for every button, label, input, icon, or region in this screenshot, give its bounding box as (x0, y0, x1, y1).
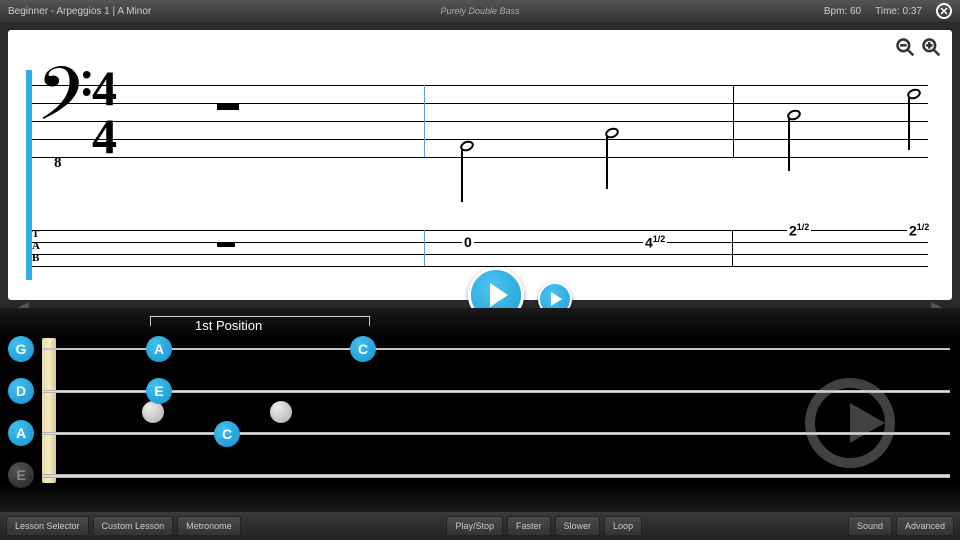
tab-letter-b: B (32, 252, 39, 264)
zoom-out-button[interactable] (894, 36, 916, 58)
tab-number: 0 (462, 234, 474, 250)
open-string-g[interactable]: G (8, 336, 34, 362)
note (605, 128, 619, 138)
lesson-title: Beginner - Arpeggios 1 | A Minor (8, 6, 151, 17)
fret-marker (142, 401, 164, 423)
barline (424, 85, 425, 157)
barline (424, 230, 425, 266)
brand-label: Purely Double Bass (440, 6, 519, 16)
nut (42, 338, 56, 483)
open-string-d[interactable]: D (8, 378, 34, 404)
open-string-e[interactable]: E (8, 462, 34, 488)
fretboard: 1st Position GDAE AECC (0, 308, 960, 513)
advanced-button[interactable]: Advanced (896, 516, 954, 536)
fret-note[interactable]: E (146, 378, 172, 404)
fret-note[interactable]: C (214, 421, 240, 447)
timesig-top: 4 (92, 65, 117, 113)
tab-number: 41/2 (643, 234, 667, 251)
time-signature: 4 4 (92, 65, 117, 160)
timesig-bot: 4 (92, 113, 117, 161)
slower-button[interactable]: Slower (555, 516, 601, 536)
standard-staff: 𝄢 8 4 4 (32, 85, 928, 157)
position-label: 1st Position (195, 318, 262, 333)
tab-number: 21/2 (787, 222, 811, 239)
notation-panel: 𝄢 8 4 4 T A B (8, 30, 952, 300)
tab-letter-a: A (32, 240, 40, 252)
sound-button[interactable]: Sound (848, 516, 892, 536)
tab-rest (217, 242, 235, 247)
notation-wrap: 𝄢 8 4 4 T A B (0, 22, 960, 308)
note (460, 141, 474, 151)
note (907, 89, 921, 99)
bpm-label: Bpm: 60 (824, 6, 861, 17)
zoom-in-icon (921, 37, 941, 57)
play-stop-button[interactable]: Play/Stop (446, 516, 503, 536)
bottom-bar: Lesson Selector Custom Lesson Metronome … (0, 512, 960, 540)
barline (732, 230, 733, 266)
bass-clef: 𝄢 (36, 60, 94, 150)
loop-button[interactable]: Loop (604, 516, 642, 536)
open-string-a[interactable]: A (8, 420, 34, 446)
tab-letter-t: T (32, 228, 39, 240)
fret-note[interactable]: C (350, 336, 376, 362)
barline (733, 85, 734, 157)
note (787, 110, 801, 120)
zoom-out-icon (895, 37, 915, 57)
zoom-in-button[interactable] (920, 36, 942, 58)
fret-marker (270, 401, 292, 423)
repeat-icon (800, 373, 900, 478)
time-label: Time: 0:37 (875, 6, 922, 17)
fret-note[interactable]: A (146, 336, 172, 362)
metronome-button[interactable]: Metronome (177, 516, 241, 536)
whole-rest (217, 103, 239, 110)
close-button[interactable]: ✕ (936, 3, 952, 19)
top-bar: Beginner - Arpeggios 1 | A Minor Purely … (0, 0, 960, 22)
faster-button[interactable]: Faster (507, 516, 551, 536)
lesson-selector-button[interactable]: Lesson Selector (6, 516, 89, 536)
custom-lesson-button[interactable]: Custom Lesson (93, 516, 174, 536)
clef-octave: 8 (54, 155, 62, 172)
close-icon: ✕ (939, 5, 948, 18)
tab-number: 21/2 (907, 222, 931, 239)
string-g (42, 348, 950, 350)
